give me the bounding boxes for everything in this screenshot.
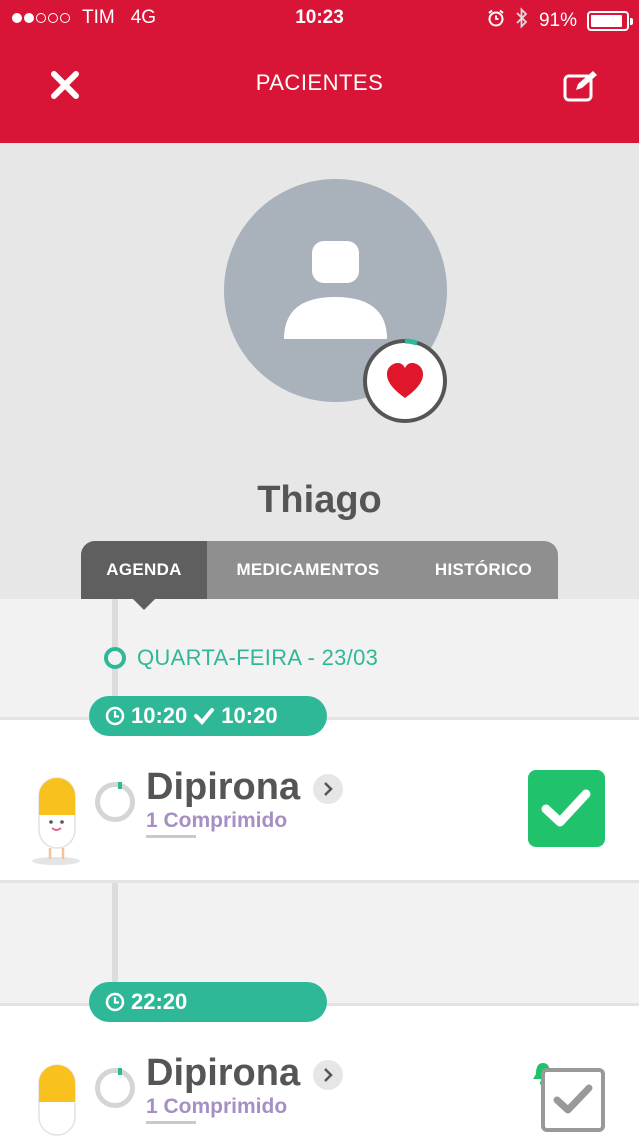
scheduled-time: 22:20 bbox=[131, 989, 188, 1014]
medicine-name[interactable]: Dipirona bbox=[146, 1052, 300, 1095]
check-icon bbox=[553, 1084, 593, 1114]
tab-agenda[interactable]: AGENDA bbox=[81, 541, 207, 599]
check-icon bbox=[541, 789, 591, 827]
details-button[interactable] bbox=[313, 774, 343, 804]
status-right: 91% bbox=[487, 7, 633, 35]
tab-historico[interactable]: HISTÓRICO bbox=[409, 541, 558, 599]
chevron-right-icon bbox=[324, 1068, 333, 1082]
clock-icon bbox=[105, 706, 125, 726]
pill-mascot-icon bbox=[38, 1064, 76, 1136]
battery-icon bbox=[587, 11, 633, 31]
day-label: QUARTA-FEIRA - 23/03 bbox=[137, 645, 379, 670]
dose-card[interactable]: Dipirona 1 Comprimido bbox=[0, 1003, 639, 1136]
profile-section: Thiago AGENDA MEDICAMENTOS HISTÓRICO bbox=[0, 143, 639, 599]
pending-checkbox[interactable] bbox=[541, 1068, 605, 1132]
timeline-node bbox=[95, 1068, 135, 1108]
tab-bar: AGENDA MEDICAMENTOS HISTÓRICO bbox=[81, 541, 558, 599]
edit-button[interactable] bbox=[562, 68, 600, 104]
taken-checkbox[interactable] bbox=[528, 770, 605, 847]
battery-percent: 91% bbox=[538, 10, 577, 31]
dose-label: 1 Comprimido bbox=[146, 809, 288, 832]
patient-name: Thiago bbox=[257, 479, 382, 521]
edit-icon bbox=[563, 71, 597, 102]
day-marker-icon bbox=[104, 647, 126, 669]
status-bar: TIM 4G 10:23 91% bbox=[0, 0, 639, 36]
alarm-icon bbox=[487, 9, 505, 33]
medicine-name[interactable]: Dipirona bbox=[146, 766, 300, 809]
taken-time: 10:20 bbox=[221, 703, 278, 728]
pill-mascot-icon bbox=[32, 777, 80, 865]
dose-label: 1 Comprimido bbox=[146, 1095, 288, 1118]
active-tab-pointer bbox=[132, 598, 156, 610]
check-icon bbox=[194, 708, 215, 725]
dose-underline bbox=[146, 1121, 196, 1124]
page-title: PACIENTES bbox=[255, 70, 384, 95]
chevron-right-icon bbox=[324, 782, 333, 796]
details-button[interactable] bbox=[313, 1060, 343, 1090]
timeline-node bbox=[95, 782, 135, 822]
dose-underline bbox=[146, 835, 196, 838]
health-badge[interactable] bbox=[362, 338, 448, 424]
scheduled-time: 10:20 bbox=[131, 703, 188, 728]
clock-icon bbox=[105, 992, 125, 1012]
app-header: TIM 4G 10:23 91% PACIENTES bbox=[0, 0, 639, 143]
tab-medicamentos[interactable]: MEDICAMENTOS bbox=[207, 541, 409, 599]
time-pill: 22:20 bbox=[89, 982, 327, 1022]
time-pill: 10:20 10:20 bbox=[89, 696, 327, 736]
bluetooth-icon bbox=[515, 7, 529, 35]
dose-card[interactable]: Dipirona 1 Comprimido bbox=[0, 717, 639, 883]
